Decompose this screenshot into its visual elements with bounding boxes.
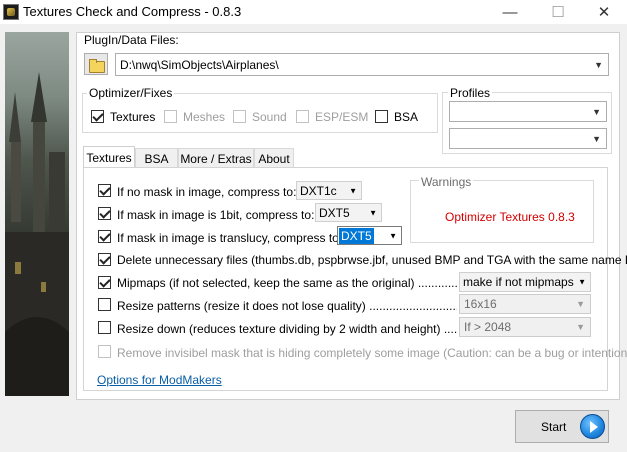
options-for-modmakers-link[interactable]: Options for ModMakers — [97, 373, 222, 387]
chevron-down-icon: ▼ — [576, 299, 585, 309]
plugin-label: PlugIn/Data Files: — [84, 33, 179, 47]
maximize-button[interactable]: ☐ — [535, 0, 581, 24]
chevron-down-icon: ▼ — [592, 133, 601, 144]
chevron-down-icon: ▼ — [576, 322, 585, 332]
resize-patterns-value: 16x16 — [464, 297, 497, 311]
tab-about[interactable]: About — [254, 148, 294, 168]
textures-option-label: Textures — [110, 110, 156, 124]
resize-down-checkbox[interactable] — [98, 321, 111, 334]
mask-1bit-format-value: DXT5 — [319, 205, 350, 220]
meshes-checkbox[interactable] — [164, 110, 177, 123]
tab-more-extras[interactable]: More / Extras — [178, 148, 254, 168]
resize-down-value: If > 2048 — [464, 320, 512, 334]
mipmaps-mode-combo[interactable]: make if not mipmaps ▼ — [459, 272, 591, 292]
tab-textures[interactable]: Textures — [83, 146, 135, 168]
bsa-option-label: BSA — [394, 110, 419, 124]
no-mask-checkbox[interactable] — [98, 184, 111, 197]
resize-patterns-combo[interactable]: 16x16 ▼ — [459, 294, 591, 314]
mipmaps-checkbox[interactable] — [98, 276, 111, 289]
mask-translucy-format-combo[interactable]: DXT5 ▼ — [337, 226, 402, 245]
minimize-button[interactable]: — — [487, 0, 533, 24]
play-icon — [580, 414, 605, 439]
mipmaps-label: Mipmaps (if not selected, keep the same … — [117, 276, 457, 290]
chevron-down-icon: ▼ — [369, 208, 377, 217]
mask-translucy-format-value: DXT5 — [339, 227, 374, 244]
mask-1bit-label: If mask in image is 1bit, compress to: — [117, 208, 315, 222]
mask-translucy-checkbox[interactable] — [98, 230, 111, 243]
start-button[interactable]: Start — [515, 410, 609, 443]
sound-checkbox[interactable] — [233, 110, 246, 123]
folder-open-button[interactable] — [84, 53, 108, 75]
profile-combo-1[interactable]: ▼ — [449, 101, 607, 122]
no-mask-format-combo[interactable]: DXT1c ▼ — [296, 181, 362, 200]
bsa-checkbox[interactable] — [375, 110, 388, 123]
castle-illustration — [5, 72, 69, 396]
optimizer-label: Optimizer/Fixes — [87, 86, 175, 100]
resize-down-combo[interactable]: If > 2048 ▼ — [459, 317, 591, 337]
start-button-label: Start — [541, 420, 567, 434]
tab-bsa[interactable]: BSA — [135, 148, 178, 168]
close-button[interactable]: ✕ — [581, 0, 627, 24]
window-title: Textures Check and Compress - 0.8.3 — [23, 4, 242, 19]
esp-esm-checkbox[interactable] — [296, 110, 309, 123]
app-icon — [3, 4, 19, 20]
sound-option-label: Sound — [252, 110, 287, 124]
mask-1bit-format-combo[interactable]: DXT5 ▼ — [315, 203, 382, 222]
no-mask-label: If no mask in image, compress to: — [117, 185, 297, 199]
mask-translucy-label: If mask in image is translucy, compress … — [117, 231, 343, 245]
profile-combo-2[interactable]: ▼ — [449, 128, 607, 149]
mipmaps-mode-value: make if not mipmaps — [463, 275, 574, 289]
chevron-down-icon: ▼ — [389, 231, 397, 240]
warnings-label: Warnings — [419, 175, 474, 189]
chevron-down-icon: ▼ — [594, 59, 603, 70]
profiles-label: Profiles — [448, 86, 493, 100]
warnings-message: Optimizer Textures 0.8.3 — [445, 210, 575, 224]
plugin-path-combo[interactable]: D:\nwq\SimObjects\Airplanes\ ▼ — [115, 53, 609, 76]
chevron-down-icon: ▼ — [578, 277, 586, 287]
no-mask-format-value: DXT1c — [300, 183, 337, 198]
resize-patterns-checkbox[interactable] — [98, 298, 111, 311]
mask-1bit-checkbox[interactable] — [98, 207, 111, 220]
castle-side-image — [5, 32, 69, 396]
delete-files-checkbox[interactable] — [98, 253, 111, 266]
plugin-path-value: D:\nwq\SimObjects\Airplanes\ — [120, 57, 279, 72]
resize-down-label: Resize down (reduces texture dividing by… — [117, 322, 457, 336]
meshes-option-label: Meshes — [183, 110, 226, 124]
remove-mask-checkbox[interactable] — [98, 345, 111, 358]
esp-esm-option-label: ESP/ESM — [315, 110, 369, 124]
resize-patterns-label: Resize patterns (resize it does not lose… — [117, 299, 457, 313]
chevron-down-icon: ▼ — [592, 106, 601, 117]
chevron-down-icon: ▼ — [349, 186, 357, 195]
textures-checkbox[interactable] — [91, 110, 104, 123]
delete-files-label: Delete unnecessary files (thumbs.db, psp… — [117, 253, 627, 267]
remove-mask-label: Remove invisibel mask that is hiding com… — [117, 346, 627, 360]
